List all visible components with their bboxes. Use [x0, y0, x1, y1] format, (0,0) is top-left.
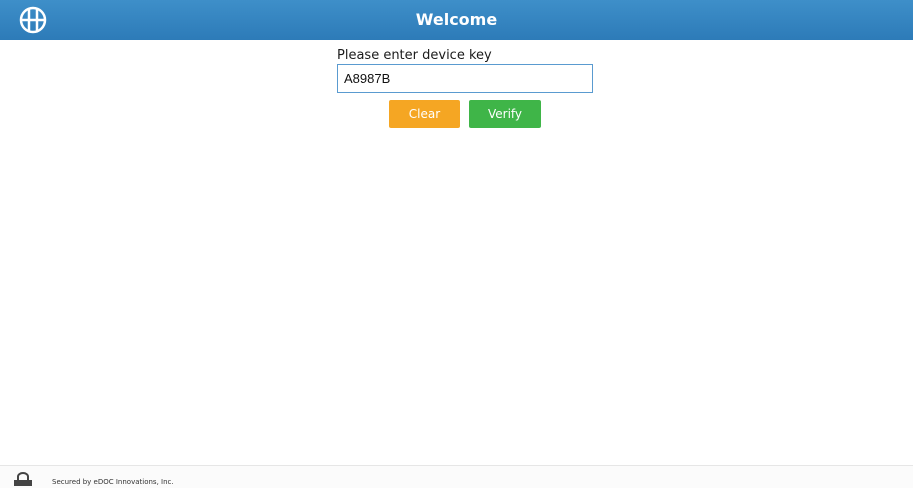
- welcome-page: Welcome Please enter device key Clear Ve…: [0, 0, 913, 488]
- header-bar: Welcome: [0, 0, 913, 40]
- device-key-label: Please enter device key: [337, 48, 492, 63]
- footer-security-text: Secured by eDOC Innovations, Inc.: [52, 478, 174, 486]
- lock-icon: [12, 472, 34, 488]
- device-key-input[interactable]: [337, 64, 593, 93]
- footer-bar: Secured by eDOC Innovations, Inc.: [0, 465, 913, 488]
- page-title: Welcome: [415, 10, 498, 29]
- verify-button[interactable]: Verify: [469, 100, 541, 128]
- clear-button[interactable]: Clear: [389, 100, 460, 128]
